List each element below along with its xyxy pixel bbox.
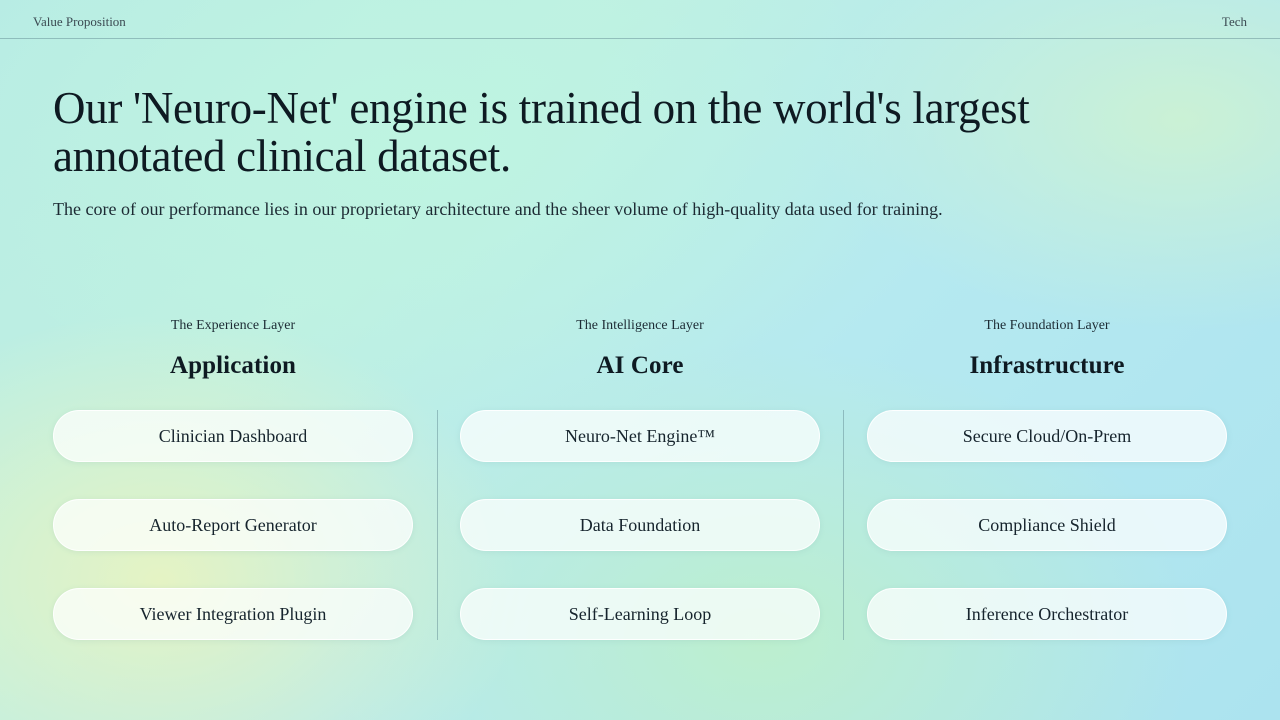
- column-infrastructure: The Foundation Layer Infrastructure Secu…: [867, 316, 1227, 640]
- pill-item[interactable]: Secure Cloud/On-Prem: [867, 410, 1227, 462]
- pill-item[interactable]: Inference Orchestrator: [867, 588, 1227, 640]
- layer-title: Application: [169, 352, 297, 379]
- layer-label: The Intelligence Layer: [576, 318, 704, 333]
- pill-item[interactable]: Neuro-Net Engine™: [460, 410, 820, 462]
- page-subtitle: The core of our performance lies in our …: [53, 199, 943, 219]
- pill-item[interactable]: Clinician Dashboard: [53, 410, 413, 462]
- pill-item[interactable]: Data Foundation: [460, 499, 820, 551]
- layer-label: The Foundation Layer: [984, 318, 1110, 333]
- column-application: The Experience Layer Application Clinici…: [53, 316, 413, 640]
- pill-item[interactable]: Compliance Shield: [867, 499, 1227, 551]
- column-ai-core: The Intelligence Layer AI Core Neuro-Net…: [460, 316, 820, 640]
- column-divider: [437, 410, 438, 640]
- column-divider: [843, 410, 844, 640]
- category-label: Tech: [1221, 14, 1247, 29]
- layer-label: The Experience Layer: [170, 318, 296, 333]
- top-bar: Value Proposition Tech: [0, 0, 1280, 39]
- layer-title: Infrastructure: [969, 352, 1125, 379]
- pill-item[interactable]: Auto-Report Generator: [53, 499, 413, 551]
- section-label: Value Proposition: [33, 14, 126, 29]
- pill-item[interactable]: Self-Learning Loop: [460, 588, 820, 640]
- pill-item[interactable]: Viewer Integration Plugin: [53, 588, 413, 640]
- page-title: Our 'Neuro-Net' engine is trained on the…: [53, 83, 1030, 181]
- layer-title: AI Core: [596, 352, 684, 379]
